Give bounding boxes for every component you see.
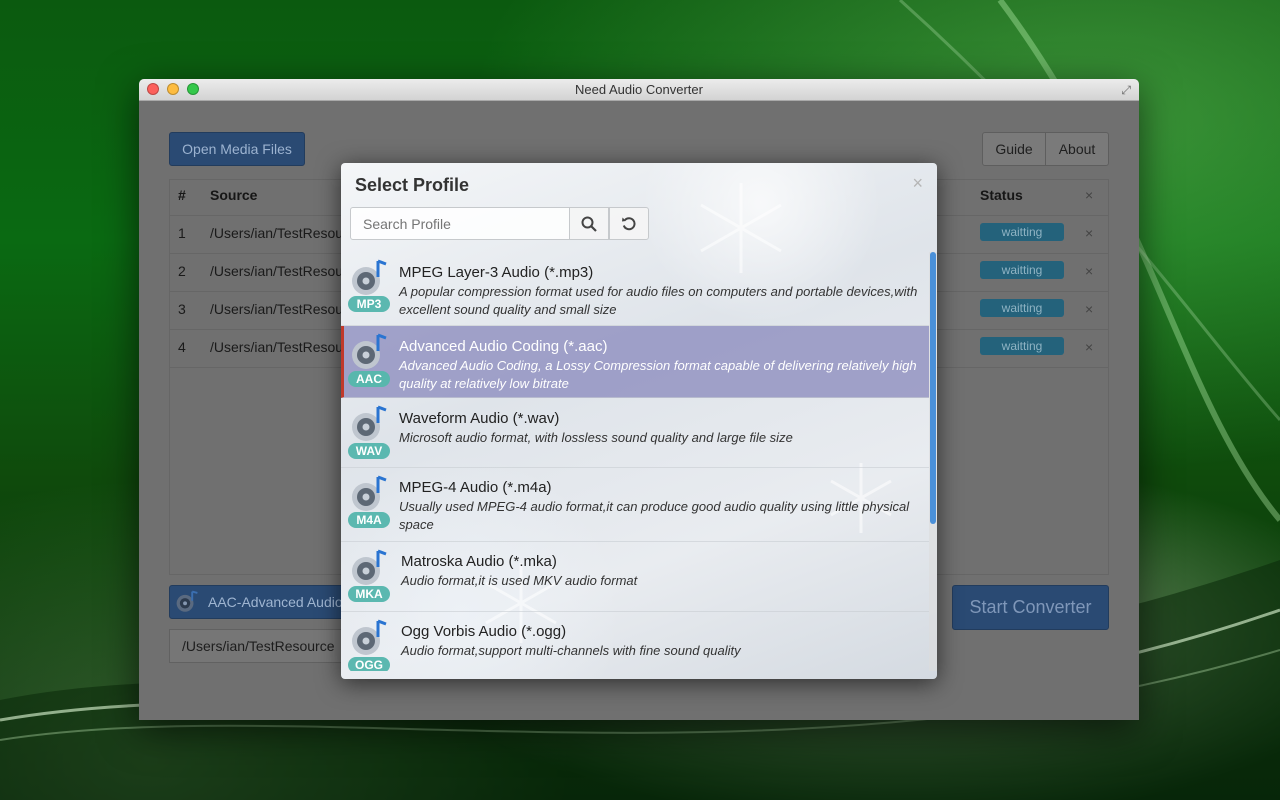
profile-item-ogg[interactable]: OGG Ogg Vorbis Audio (*.ogg) Audio forma… <box>341 612 929 671</box>
title-bar: Need Audio Converter ⤢ <box>139 79 1139 101</box>
profile-badge: MP3 <box>348 296 390 312</box>
speaker-note-icon <box>352 259 387 295</box>
profile-badge: WAV <box>348 443 390 459</box>
close-window-button[interactable] <box>147 83 159 95</box>
reset-search-button[interactable] <box>609 207 649 240</box>
row-number: 1 <box>178 225 186 241</box>
close-icon[interactable]: × <box>912 173 923 193</box>
profile-description: Advanced Audio Coding, a Lossy Compressi… <box>399 358 917 391</box>
profile-name: MPEG Layer-3 Audio (*.mp3) <box>399 264 594 281</box>
profile-list-scrollbar[interactable] <box>929 252 937 671</box>
profile-item-wav[interactable]: WAV Waveform Audio (*.wav) Microsoft aud… <box>341 398 929 468</box>
profile-item-mka[interactable]: MKA Matroska Audio (*.mka) Audio format,… <box>341 542 929 612</box>
window-title: Need Audio Converter <box>575 82 703 97</box>
profile-name: Advanced Audio Coding (*.aac) <box>399 338 608 355</box>
remove-row-icon[interactable]: × <box>1085 301 1093 317</box>
profile-name: Waveform Audio (*.wav) <box>399 410 560 427</box>
minimize-window-button[interactable] <box>167 83 179 95</box>
speaker-note-icon <box>352 405 387 441</box>
column-header-number: # <box>178 187 186 203</box>
profile-name: MPEG-4 Audio (*.m4a) <box>399 479 552 496</box>
profile-name: Matroska Audio (*.mka) <box>401 553 557 570</box>
profile-badge: OGG <box>348 657 390 671</box>
row-source: /Users/ian/TestResou <box>210 339 344 355</box>
search-profile-input[interactable] <box>350 207 570 240</box>
row-number: 3 <box>178 301 186 317</box>
row-source: /Users/ian/TestResou <box>210 263 344 279</box>
profile-description: Audio format,it is used MKV audio format <box>401 573 638 588</box>
speaker-note-icon <box>352 619 387 655</box>
speaker-note-icon <box>352 549 387 585</box>
profile-badge: MKA <box>348 586 390 602</box>
dialog-title: Select Profile <box>355 175 470 195</box>
profile-item-m4a[interactable]: M4A MPEG-4 Audio (*.m4a) Usually used MP… <box>341 468 929 542</box>
open-media-files-button[interactable]: Open Media Files <box>169 132 305 166</box>
profile-badge: AAC <box>348 371 390 387</box>
clear-all-icon[interactable]: × <box>1085 187 1093 203</box>
row-source: /Users/ian/TestResou <box>210 301 344 317</box>
profile-description: Audio format,support multi-channels with… <box>401 643 741 658</box>
profile-item-mp3[interactable]: MP3 MPEG Layer-3 Audio (*.mp3) A popular… <box>341 252 929 326</box>
speaker-note-icon <box>352 475 387 511</box>
start-converter-button[interactable]: Start Converter <box>952 585 1109 630</box>
row-source: /Users/ian/TestResou <box>210 225 344 241</box>
status-badge: waitting <box>980 261 1064 279</box>
column-header-status: Status <box>980 187 1023 203</box>
status-badge: waitting <box>980 223 1064 241</box>
status-badge: waitting <box>980 337 1064 355</box>
output-format-label: AAC-Advanced Audio <box>208 594 343 610</box>
fullscreen-icon[interactable]: ⤢ <box>1121 83 1131 97</box>
guide-button[interactable]: Guide <box>982 132 1046 166</box>
speaker-note-icon <box>352 333 387 369</box>
profile-name: Ogg Vorbis Audio (*.ogg) <box>401 623 567 640</box>
search-button[interactable] <box>569 207 609 240</box>
row-number: 4 <box>178 339 186 355</box>
about-button[interactable]: About <box>1045 132 1109 166</box>
refresh-icon <box>622 216 636 230</box>
remove-row-icon[interactable]: × <box>1085 225 1093 241</box>
scrollbar-thumb[interactable] <box>930 252 936 524</box>
profile-item-aac[interactable]: AAC Advanced Audio Coding (*.aac) Advanc… <box>341 326 929 398</box>
remove-row-icon[interactable]: × <box>1085 339 1093 355</box>
profile-list[interactable]: MP3 MPEG Layer-3 Audio (*.mp3) A popular… <box>341 252 929 671</box>
speaker-note-icon <box>176 590 198 612</box>
search-icon <box>581 216 597 232</box>
row-number: 2 <box>178 263 186 279</box>
profile-description: A popular compression format used for au… <box>399 284 918 317</box>
profile-badge: M4A <box>348 512 390 528</box>
profile-description: Usually used MPEG-4 audio format,it can … <box>399 499 910 532</box>
remove-row-icon[interactable]: × <box>1085 263 1093 279</box>
select-profile-dialog: Select Profile × MP3 MPEG Layer-3 Audio … <box>341 163 937 679</box>
column-header-source: Source <box>210 187 258 203</box>
zoom-window-button[interactable] <box>187 83 199 95</box>
profile-description: Microsoft audio format, with lossless so… <box>399 430 793 445</box>
status-badge: waitting <box>980 299 1064 317</box>
